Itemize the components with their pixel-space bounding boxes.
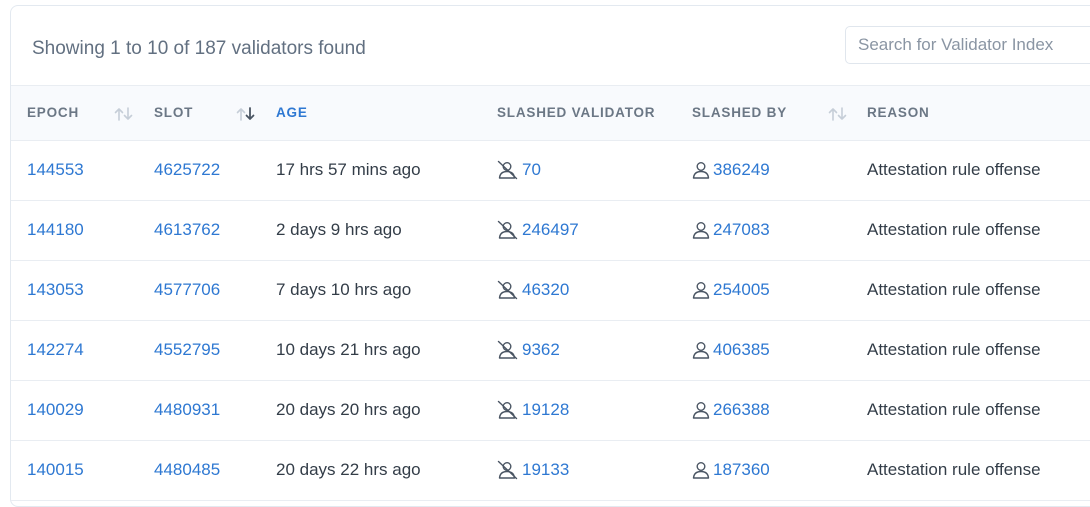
slot-link[interactable]: 4480931	[154, 400, 220, 420]
user-slash-icon	[497, 340, 518, 360]
epoch-link[interactable]: 140015	[27, 460, 84, 480]
table-row: 140029 4480931 20 days 20 hrs ago 19128 …	[11, 381, 1090, 441]
age-text: 17 hrs 57 mins ago	[276, 160, 421, 179]
slot-link[interactable]: 4613762	[154, 220, 220, 240]
user-icon	[691, 400, 712, 420]
table-toolbar: Showing 1 to 10 of 187 validators found	[11, 6, 1090, 85]
slashed-validator-link[interactable]: 46320	[522, 280, 569, 300]
slashed-validator-link[interactable]: 70	[522, 160, 541, 180]
user-icon	[691, 460, 712, 480]
user-slash-icon	[497, 160, 518, 180]
epoch-link[interactable]: 142274	[27, 340, 84, 360]
validator-search-input[interactable]	[845, 26, 1090, 64]
table-header: EPOCH SLOT AGE SLASHED VALIDATOR SLASHED…	[11, 85, 1090, 141]
reason-text: Attestation rule offense	[867, 280, 1041, 299]
col-header-reason: REASON	[867, 105, 930, 120]
reason-text: Attestation rule offense	[867, 340, 1041, 359]
user-slash-icon	[497, 280, 518, 300]
user-icon	[691, 280, 712, 300]
user-slash-icon	[497, 400, 518, 420]
validators-table-card: Showing 1 to 10 of 187 validators found …	[10, 5, 1090, 507]
user-icon	[691, 160, 712, 180]
slot-link[interactable]: 4480485	[154, 460, 220, 480]
slashed-by-link[interactable]: 406385	[713, 340, 770, 360]
slashed-validator-link[interactable]: 19128	[522, 400, 569, 420]
reason-text: Attestation rule offense	[867, 460, 1041, 479]
slot-link[interactable]: 4625722	[154, 160, 220, 180]
slot-link[interactable]: 4577706	[154, 280, 220, 300]
table-row: 142274 4552795 10 days 21 hrs ago 9362 4…	[11, 321, 1090, 381]
results-summary: Showing 1 to 10 of 187 validators found	[32, 38, 366, 59]
slashed-validator-link[interactable]: 19133	[522, 460, 569, 480]
col-header-slashed-validator: SLASHED VALIDATOR	[497, 105, 656, 120]
col-header-age[interactable]: AGE	[276, 105, 308, 120]
table-row: 143053 4577706 7 days 10 hrs ago 46320 2…	[11, 261, 1090, 321]
table-row: 144180 4613762 2 days 9 hrs ago 246497 2…	[11, 201, 1090, 261]
age-text: 2 days 9 hrs ago	[276, 220, 402, 239]
table-body: 144553 4625722 17 hrs 57 mins ago 70 386…	[11, 141, 1090, 501]
slot-link[interactable]: 4552795	[154, 340, 220, 360]
age-text: 7 days 10 hrs ago	[276, 280, 412, 299]
user-icon	[691, 220, 712, 240]
slashed-by-link[interactable]: 187360	[713, 460, 770, 480]
slashed-by-link[interactable]: 254005	[713, 280, 770, 300]
age-text: 10 days 21 hrs ago	[276, 340, 421, 359]
col-header-slashed-by[interactable]: SLASHED BY	[692, 105, 787, 120]
slashed-by-link[interactable]: 266388	[713, 400, 770, 420]
slashed-validator-link[interactable]: 246497	[522, 220, 579, 240]
reason-text: Attestation rule offense	[867, 220, 1041, 239]
table-row: 144553 4625722 17 hrs 57 mins ago 70 386…	[11, 141, 1090, 201]
user-slash-icon	[497, 220, 518, 240]
age-text: 20 days 22 hrs ago	[276, 460, 421, 479]
user-icon	[691, 340, 712, 360]
sort-arrows-icon[interactable]	[827, 106, 849, 122]
reason-text: Attestation rule offense	[867, 160, 1041, 179]
sort-descending-icon[interactable]	[235, 106, 257, 122]
col-header-epoch[interactable]: EPOCH	[27, 105, 79, 120]
epoch-link[interactable]: 143053	[27, 280, 84, 300]
sort-arrows-icon[interactable]	[113, 106, 135, 122]
epoch-link[interactable]: 144553	[27, 160, 84, 180]
user-slash-icon	[497, 460, 518, 480]
epoch-link[interactable]: 144180	[27, 220, 84, 240]
slashed-by-link[interactable]: 386249	[713, 160, 770, 180]
epoch-link[interactable]: 140029	[27, 400, 84, 420]
age-text: 20 days 20 hrs ago	[276, 400, 421, 419]
table-row: 140015 4480485 20 days 22 hrs ago 19133 …	[11, 441, 1090, 501]
reason-text: Attestation rule offense	[867, 400, 1041, 419]
slashed-validator-link[interactable]: 9362	[522, 340, 560, 360]
slashed-by-link[interactable]: 247083	[713, 220, 770, 240]
col-header-slot[interactable]: SLOT	[154, 105, 193, 120]
